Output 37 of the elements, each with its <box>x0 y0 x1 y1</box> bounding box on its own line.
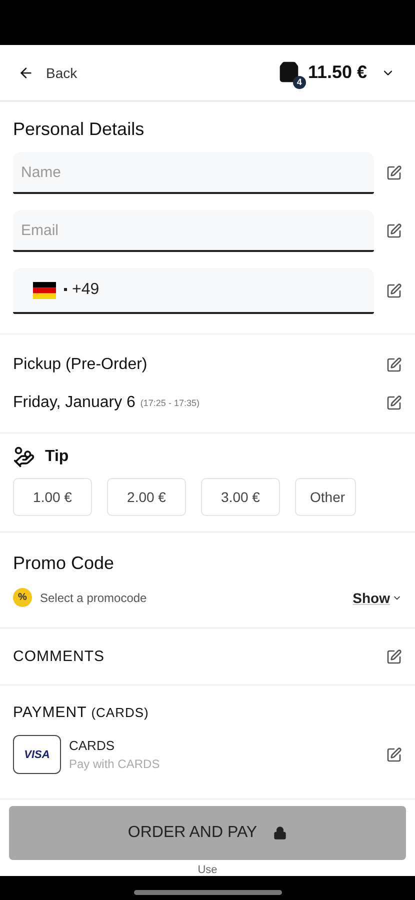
cart-total-button[interactable]: 4 11.50 € <box>278 60 395 84</box>
promo-hint: Select a promocode <box>40 590 147 604</box>
edit-button[interactable] <box>386 165 402 181</box>
tip-option[interactable]: 1.00 € <box>13 478 92 516</box>
phone-field[interactable]: +49 <box>13 268 374 314</box>
section-title: Personal Details <box>13 118 144 140</box>
card-logo: VISA <box>13 735 61 774</box>
payment-method-description: Pay with CARDS <box>69 757 160 771</box>
back-button[interactable]: Back <box>18 64 78 80</box>
edit-button[interactable] <box>386 746 402 762</box>
cart-count: 4 <box>292 76 306 88</box>
phone-prefix: +49 <box>72 281 100 299</box>
hand-coin-icon <box>13 446 35 468</box>
tip-option[interactable]: 3.00 € <box>201 478 280 516</box>
home-indicator[interactable] <box>134 890 282 894</box>
lock-icon <box>273 826 288 840</box>
section-title: PAYMENT (CARDS) <box>13 704 150 721</box>
payment-method-name: CARDS <box>69 738 116 753</box>
edit-button[interactable] <box>386 283 402 299</box>
germany-flag-icon <box>33 282 56 298</box>
edit-button[interactable] <box>386 648 402 664</box>
text-field[interactable]: Email <box>13 210 374 252</box>
show-promo-toggle[interactable]: Show <box>352 590 402 606</box>
edit-button[interactable] <box>386 223 402 239</box>
pickup-time: (17:25 - 17:35) <box>140 398 200 408</box>
section-title: Pickup (Pre-Order) <box>13 356 148 374</box>
tip-option[interactable]: 2.00 € <box>107 478 186 516</box>
edit-button[interactable] <box>386 356 402 372</box>
text-field[interactable]: Name <box>13 152 374 194</box>
pickup-date: Friday, January 6 <box>13 394 136 412</box>
tip-option[interactable]: Other <box>295 478 356 516</box>
section-title: COMMENTS <box>13 648 104 665</box>
section-title: Tip <box>45 448 69 466</box>
edit-button[interactable] <box>386 394 402 410</box>
section-title: Promo Code <box>13 553 116 574</box>
footer-note: Use <box>198 864 218 876</box>
discount-badge: % <box>13 588 32 607</box>
